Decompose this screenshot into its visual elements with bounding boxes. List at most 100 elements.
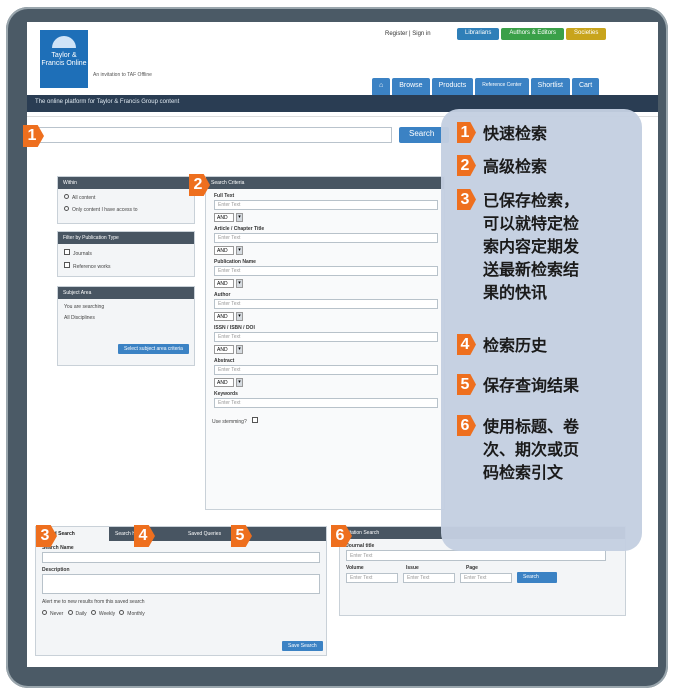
field-group: Author Enter Text AND ▾ <box>214 292 438 321</box>
boolean-select[interactable]: AND ▾ <box>214 246 436 255</box>
boolean-select[interactable]: AND ▾ <box>214 378 436 387</box>
legend-text: 检索历史 <box>483 336 548 355</box>
legend-number: 4 <box>457 334 476 355</box>
criteria-input[interactable]: Enter Text <box>214 365 438 375</box>
volume-input[interactable]: Enter Text <box>346 573 398 583</box>
citation-search-button[interactable]: Search <box>517 572 557 583</box>
description-label: Description <box>42 567 70 573</box>
advanced-search-criteria: Search Criteria Full Text Enter Text AND… <box>205 176 445 510</box>
field-group: Article / Chapter Title Enter Text AND ▾ <box>214 226 438 255</box>
page-input[interactable]: Enter Text <box>460 573 512 583</box>
subject-line-2: All Disciplines <box>64 315 95 321</box>
legend-text: 使用标题、卷 次、期次或页 码检索引文 <box>483 417 580 482</box>
legend-item-4: 4 检索历史 <box>457 334 547 357</box>
subject-panel: Subject Area You are searching All Disci… <box>57 286 195 366</box>
home-icon[interactable]: ⌂ <box>372 78 391 95</box>
legend-item-2: 2 高级检索 <box>457 155 547 178</box>
nav-browse[interactable]: Browse <box>392 78 430 95</box>
boolean-select[interactable]: AND ▾ <box>214 312 436 321</box>
boolean-select[interactable]: AND ▾ <box>214 279 436 288</box>
within-option-all[interactable]: All content <box>64 194 188 201</box>
boolean-select[interactable]: AND ▾ <box>214 345 436 354</box>
pill-librarians[interactable]: Librarians <box>457 28 500 40</box>
legend-number: 5 <box>457 374 476 395</box>
pubtype-journals[interactable]: Journals <box>64 249 188 257</box>
nav-shortlist[interactable]: Shortlist <box>530 78 570 95</box>
field-group: Publication Name Enter Text AND ▾ <box>214 259 438 288</box>
subject-line-1: You are searching <box>64 304 105 310</box>
criteria-title: Search Criteria <box>206 177 444 189</box>
boolean-select[interactable]: AND ▾ <box>214 213 436 222</box>
nav-cart[interactable]: Cart <box>571 78 600 95</box>
legend-item-6: 6 使用标题、卷 次、期次或页 码检索引文 <box>457 415 579 484</box>
legend-item-1: 1 快速检索 <box>457 122 547 145</box>
within-panel: Within All content Only content I have a… <box>57 176 195 224</box>
radio-icon <box>64 194 69 199</box>
dropdown-arrow-icon: ▾ <box>236 312 243 321</box>
legend-text: 高级检索 <box>483 157 548 176</box>
dropdown-arrow-icon: ▾ <box>236 378 243 387</box>
legend-item-3: 3 已保存检索， 可以就特定检 索内容定期发 送最新检索结 果的快讯 <box>457 189 579 304</box>
account-links[interactable]: Register | Sign in <box>385 31 431 37</box>
criteria-input[interactable]: Enter Text <box>214 233 438 243</box>
criteria-input[interactable]: Enter Text <box>214 266 438 276</box>
pubtype-reference[interactable]: Reference works <box>64 262 188 270</box>
legend-number: 3 <box>457 189 476 210</box>
search-name-label: Search Name <box>42 545 74 551</box>
field-group: Keywords Enter Text <box>214 391 438 408</box>
legend-item-5: 5 保存查询结果 <box>457 374 579 397</box>
pubtype-panel-title: Filter by Publication Type <box>58 232 194 244</box>
legend-number: 2 <box>457 155 476 176</box>
within-option-access[interactable]: Only content I have access to <box>64 206 188 213</box>
subject-panel-title: Subject Area <box>58 287 194 299</box>
audience-pills: Librarians Authors & Editors Societies <box>457 28 607 40</box>
radio-icon[interactable] <box>42 610 47 615</box>
alert-label: Alert me to new results from this saved … <box>42 599 145 605</box>
dropdown-arrow-icon: ▾ <box>236 279 243 288</box>
radio-icon[interactable] <box>67 610 73 615</box>
quick-search-input[interactable]: ⌕ <box>35 127 392 143</box>
checkbox-icon <box>64 249 70 255</box>
pubtype-panel: Filter by Publication Type Journals Refe… <box>57 231 195 277</box>
legend-text: 已保存检索， 可以就特定检 索内容定期发 送最新检索结 果的快讯 <box>483 191 580 302</box>
field-group: ISSN / ISBN / DOI Enter Text AND ▾ <box>214 325 438 354</box>
checkbox-icon <box>252 417 259 423</box>
criteria-input[interactable]: Enter Text <box>214 200 438 210</box>
nav-reference-center[interactable]: Reference Center <box>475 78 529 95</box>
alert-frequency: Never Daily Weekly Monthly <box>42 610 320 617</box>
field-group: Full Text Enter Text AND ▾ <box>214 193 438 222</box>
within-panel-title: Within <box>58 177 194 189</box>
citation-field-labels: Volume Issue Page <box>346 565 478 571</box>
criteria-input[interactable]: Enter Text <box>214 299 438 309</box>
search-name-input[interactable] <box>42 552 320 563</box>
legend-text: 保存查询结果 <box>483 376 580 395</box>
dropdown-arrow-icon: ▾ <box>236 345 243 354</box>
field-group: Abstract Enter Text AND ▾ <box>214 358 438 387</box>
journal-title-input[interactable]: Enter Text <box>346 550 606 561</box>
nav-products[interactable]: Products <box>431 78 474 95</box>
legend-overlay: 1 快速检索 2 高级检索 3 已保存检索， 可以就特定检 索内容定期发 送最新… <box>441 109 642 551</box>
logo-wave-icon <box>52 36 76 48</box>
sub-tagline: An invitation to TAF Offline <box>93 72 152 78</box>
save-search-button[interactable]: Save Search <box>282 641 323 651</box>
description-textarea[interactable] <box>42 574 320 594</box>
select-subject-button[interactable]: Select subject area criteria <box>118 344 189 354</box>
pill-authors[interactable]: Authors & Editors <box>501 28 565 40</box>
pill-societies[interactable]: Societies <box>566 28 607 40</box>
criteria-input[interactable]: Enter Text <box>214 398 438 408</box>
main-nav: ⌂ Browse Products Reference Center Short… <box>372 78 600 95</box>
radio-icon[interactable] <box>119 610 125 615</box>
stemming-option[interactable]: Use stemming? <box>212 417 438 425</box>
dropdown-arrow-icon: ▾ <box>236 213 243 222</box>
dropdown-arrow-icon: ▾ <box>236 246 243 255</box>
issue-input[interactable]: Enter Text <box>403 573 455 583</box>
legend-text: 快速检索 <box>483 124 548 143</box>
checkbox-icon <box>64 262 70 268</box>
citation-fields: Enter Text Enter Text Enter Text Search <box>346 572 619 583</box>
legend-number: 6 <box>457 415 476 436</box>
radio-icon <box>64 206 69 211</box>
radio-icon[interactable] <box>90 610 96 615</box>
site-logo[interactable]: Taylor & Francis Online <box>40 30 88 88</box>
saved-tabstrip: Saved Search Search History Saved Querie… <box>36 527 326 541</box>
criteria-input[interactable]: Enter Text <box>214 332 438 342</box>
